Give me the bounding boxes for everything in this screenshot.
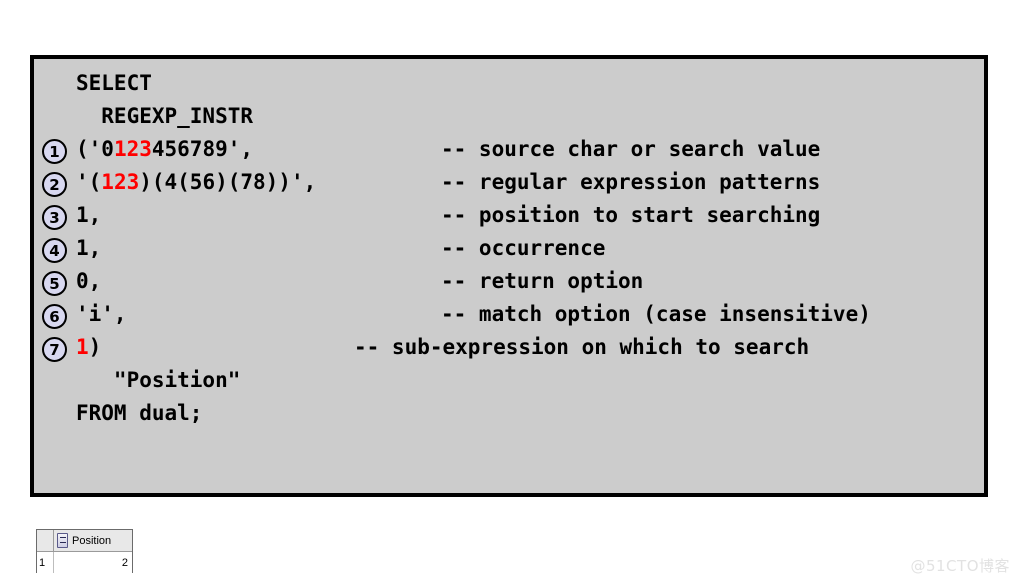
step-badge: 2 (42, 166, 76, 199)
code-line: 2 '(123)(4(56)(78))', -- regular expressio… (42, 166, 984, 199)
code-comment: -- regular expression patterns (441, 170, 821, 194)
code-line-text: REGEXP_INSTR (76, 100, 253, 133)
query-result-grid[interactable]: Position 1 2 (36, 529, 133, 573)
code-line-text: 1) (76, 331, 101, 364)
code-comment: -- occurrence (441, 236, 606, 260)
code-segment: 456789', (151, 137, 254, 161)
code-line-text: 1, (76, 232, 101, 265)
code-line: 5 0, -- return option (42, 265, 984, 298)
step-badge-5: 5 (42, 271, 67, 296)
code-comment: -- sub-expression on which to search (354, 335, 810, 359)
code-segment: 0, (76, 269, 102, 293)
code-comment: -- position to start searching (441, 203, 821, 227)
result-grid-cell-position[interactable]: 2 (54, 552, 132, 573)
code-line: "Position" (42, 364, 984, 397)
code-listing: SELECT REGEXP_INSTR 1 ('0123456789', -- sou… (42, 67, 984, 493)
code-line-text: FROM dual; (76, 397, 202, 430)
code-line: REGEXP_INSTR (42, 100, 984, 133)
step-badge-7: 7 (42, 337, 67, 362)
step-badge-1: 1 (42, 139, 67, 164)
code-segment: REGEXP_INSTR (76, 104, 254, 128)
code-comment: -- match option (case insensitive) (441, 302, 871, 326)
step-badge: 4 (42, 232, 76, 265)
code-line: 4 1, -- occurrence (42, 232, 984, 265)
result-grid-row-number: 1 (37, 552, 54, 573)
code-line-text: 0, (76, 265, 101, 298)
code-line-text: 'i', (76, 298, 127, 331)
sql-code-block: SELECT REGEXP_INSTR 1 ('0123456789', -- sou… (30, 55, 988, 497)
step-badge: 7 (42, 331, 76, 364)
code-segment: )(4(56)(78))', (139, 170, 317, 194)
code-line: FROM dual; (42, 397, 984, 430)
step-badge-4: 4 (42, 238, 67, 263)
code-comment: -- return option (441, 269, 644, 293)
code-segment: ('0 (76, 137, 114, 161)
code-segment-highlighted: 123 (113, 137, 152, 161)
code-line: 3 1, -- position to start searching (42, 199, 984, 232)
code-segment: SELECT (76, 71, 152, 95)
step-badge-2: 2 (42, 172, 67, 197)
code-line: SELECT (42, 67, 984, 100)
code-segment: ) (88, 335, 102, 359)
code-line: 6 'i', -- match option (case insensitive) (42, 298, 984, 331)
code-line: 1 ('0123456789', -- source char or search … (42, 133, 984, 166)
step-badge: 6 (42, 298, 76, 331)
code-line-text: "Position" (76, 364, 240, 397)
code-segment: 1, (76, 236, 102, 260)
step-badge-6: 6 (42, 304, 67, 329)
code-line-text: ('0123456789', (76, 133, 253, 166)
step-badge: 3 (42, 199, 76, 232)
watermark: @51CTO博客 (910, 557, 1010, 575)
code-segment-highlighted: 123 (101, 170, 140, 194)
result-grid-corner-cell (37, 530, 54, 551)
code-segment: "Position" (76, 368, 241, 392)
code-comment: -- source char or search value (441, 137, 821, 161)
result-grid-row[interactable]: 1 2 (37, 552, 132, 573)
code-segment: FROM dual; (76, 401, 203, 425)
code-segment: 'i', (76, 302, 127, 326)
result-grid-column-label: Position (72, 534, 112, 547)
result-grid-column-header-position[interactable]: Position (54, 530, 132, 551)
code-segment: '( (76, 170, 102, 194)
code-line-text: SELECT (76, 67, 152, 100)
code-line-text: '(123)(4(56)(78))', (76, 166, 316, 199)
step-badge: 5 (42, 265, 76, 298)
sort-data-type-icon (57, 533, 68, 548)
result-grid-header-row: Position (37, 530, 132, 552)
step-badge-3: 3 (42, 205, 67, 230)
code-segment-highlighted: 1 (76, 335, 89, 359)
code-segment: 1, (76, 203, 102, 227)
code-line-text: 1, (76, 199, 101, 232)
code-line: 7 1) -- sub-expression on which to search (42, 331, 984, 364)
step-badge: 1 (42, 133, 76, 166)
